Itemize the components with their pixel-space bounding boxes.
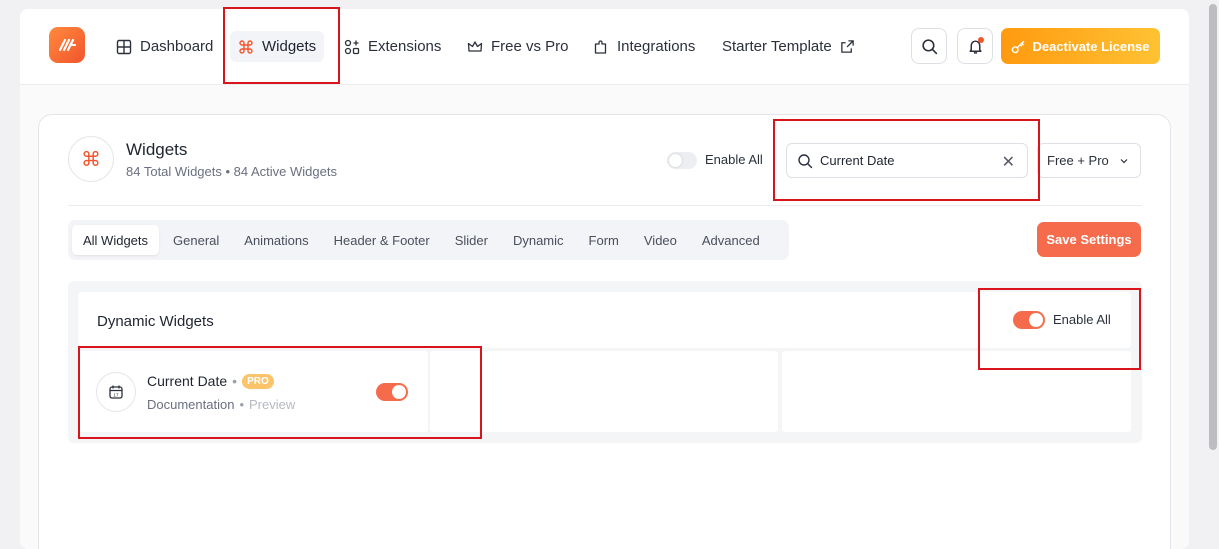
nav-item-integrations[interactable]: Integrations <box>585 31 703 62</box>
tab-form[interactable]: Form <box>578 225 630 255</box>
group-title: Dynamic Widgets <box>97 313 214 330</box>
separator-dot: • <box>232 373 238 389</box>
deactivate-license-button[interactable]: Deactivate License <box>1001 28 1160 64</box>
nav-item-label: Extensions <box>368 38 442 55</box>
category-tabs: All Widgets General Animations Header & … <box>68 220 789 260</box>
widget-card-current-date: 17 Current Date • PRO Documentation • Pr… <box>78 351 428 432</box>
pro-badge: PRO <box>242 373 274 389</box>
extensions-icon <box>344 39 360 54</box>
tab-all-widgets[interactable]: All Widgets <box>72 225 160 255</box>
nav-item-label: Starter Template <box>722 38 832 55</box>
deactivate-license-label: Deactivate License <box>1032 38 1150 54</box>
clear-search-icon[interactable]: ✕ <box>1002 152 1015 172</box>
top-navigation: Dashboard Widgets Extensions Free vs Pro <box>20 9 1189 85</box>
widget-card-empty <box>430 351 778 432</box>
brand-logo-icon[interactable] <box>49 27 85 63</box>
search-icon <box>921 38 937 54</box>
nav-item-free-vs-pro[interactable]: Free vs Pro <box>459 31 577 62</box>
tab-general[interactable]: General <box>162 225 230 255</box>
widgets-panel: ⌘ Widgets 84 Total Widgets • 84 Active W… <box>38 114 1171 549</box>
scrollbar-thumb[interactable] <box>1209 4 1217 450</box>
notification-dot <box>978 37 984 43</box>
grid-icon <box>116 39 132 54</box>
enable-all-toggle[interactable] <box>667 152 697 169</box>
tab-animations[interactable]: Animations <box>233 225 319 255</box>
save-settings-button[interactable]: Save Settings <box>1037 222 1141 257</box>
search-input[interactable] <box>820 153 990 168</box>
command-icon: ⌘ <box>68 136 114 182</box>
tab-advanced[interactable]: Advanced <box>691 225 771 255</box>
crown-icon <box>467 40 483 52</box>
widget-name-row: Current Date • PRO <box>147 373 274 389</box>
widget-name: Current Date <box>147 373 228 389</box>
widget-card-empty <box>782 351 1131 432</box>
search-icon <box>798 153 813 168</box>
command-icon <box>239 39 253 54</box>
nav-item-label: Integrations <box>617 38 696 55</box>
separator-dot: • <box>239 397 245 412</box>
plan-filter-select[interactable]: Free + Pro <box>1037 143 1141 178</box>
key-icon <box>1012 40 1025 53</box>
nav-item-label: Dashboard <box>140 38 214 55</box>
documentation-link[interactable]: Documentation <box>147 397 234 412</box>
tab-header-footer[interactable]: Header & Footer <box>323 225 441 255</box>
tab-slider[interactable]: Slider <box>444 225 499 255</box>
dynamic-widgets-group: Dynamic Widgets Enable All 17 Current Da… <box>68 281 1142 443</box>
external-link-icon <box>841 40 854 53</box>
enable-all-label: Enable All <box>705 152 763 167</box>
nav-item-widgets[interactable]: Widgets <box>230 31 325 62</box>
tab-video[interactable]: Video <box>633 225 688 255</box>
notifications-button[interactable] <box>957 28 993 64</box>
widget-enable-toggle[interactable] <box>376 383 408 401</box>
nav-item-starter-template[interactable]: Starter Template <box>714 31 863 62</box>
chevron-down-icon <box>1120 158 1128 163</box>
puzzle-icon <box>594 39 607 54</box>
tab-dynamic[interactable]: Dynamic <box>502 225 575 255</box>
widget-links: Documentation • Preview <box>147 397 295 412</box>
nav-item-dashboard[interactable]: Dashboard <box>108 31 221 62</box>
group-enable-all-toggle[interactable] <box>1013 311 1045 329</box>
page-title: Widgets <box>126 140 188 159</box>
app-window: Dashboard Widgets Extensions Free vs Pro <box>20 9 1189 549</box>
preview-link[interactable]: Preview <box>249 397 295 412</box>
widgets-count: 84 Total Widgets • 84 Active Widgets <box>126 164 337 179</box>
nav-item-extensions[interactable]: Extensions <box>336 31 449 62</box>
nav-item-label: Widgets <box>262 38 317 55</box>
calendar-icon: 17 <box>96 372 136 412</box>
widget-search: ✕ <box>786 143 1028 178</box>
search-button[interactable] <box>911 28 947 64</box>
nav-item-label: Free vs Pro <box>491 38 569 55</box>
group-header: Dynamic Widgets Enable All <box>78 292 1131 348</box>
plan-filter-value: Free + Pro <box>1047 153 1109 168</box>
divider <box>68 205 1142 206</box>
group-enable-all-label: Enable All <box>1053 312 1111 327</box>
svg-text:17: 17 <box>113 392 119 397</box>
